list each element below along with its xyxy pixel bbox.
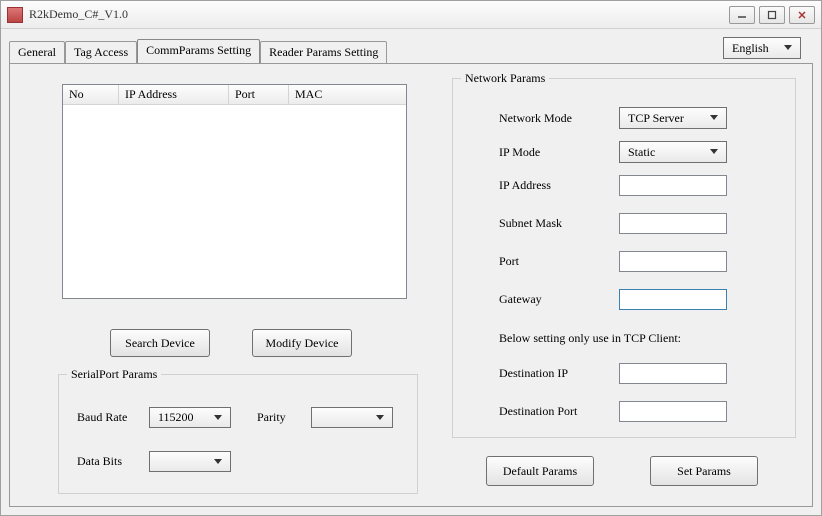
minimize-button[interactable]: [729, 6, 755, 24]
serialport-groupbox: SerialPort Params Baud Rate 115200 Parit…: [58, 374, 418, 494]
ip-mode-row: IP Mode Static: [499, 141, 727, 163]
network-button-row: Default Params Set Params: [486, 456, 758, 486]
dest-ip-label: Destination IP: [499, 366, 619, 381]
chevron-down-icon: [210, 454, 226, 470]
subnet-row: Subnet Mask: [499, 213, 727, 234]
baud-combo[interactable]: 115200: [149, 407, 231, 428]
ip-mode-value: Static: [628, 145, 655, 160]
databits-label: Data Bits: [77, 454, 149, 469]
app-icon: [7, 7, 23, 23]
window-controls: [729, 6, 815, 24]
titlebar-left: R2kDemo_C#_V1.0: [7, 7, 128, 23]
modify-device-button[interactable]: Modify Device: [252, 329, 352, 357]
dest-ip-row: Destination IP: [499, 363, 727, 384]
dest-port-label: Destination Port: [499, 404, 619, 419]
chevron-down-icon: [372, 410, 388, 426]
serialport-legend: SerialPort Params: [67, 367, 161, 382]
parity-combo[interactable]: [311, 407, 393, 428]
gateway-input[interactable]: [619, 289, 727, 310]
device-button-row: Search Device Modify Device: [110, 329, 352, 357]
col-header-no[interactable]: No: [63, 85, 119, 104]
subnet-label: Subnet Mask: [499, 216, 619, 231]
minimize-icon: [737, 10, 747, 20]
network-groupbox: Network Params Network Mode TCP Server I…: [452, 78, 796, 438]
ip-mode-label: IP Mode: [499, 145, 619, 160]
device-table[interactable]: No IP Address Port MAC: [62, 84, 407, 299]
tab-strip: General Tag Access CommParams Setting Re…: [9, 39, 815, 63]
tcp-client-note: Below setting only use in TCP Client:: [499, 331, 681, 346]
tab-tag-access[interactable]: Tag Access: [65, 41, 137, 64]
col-header-ip[interactable]: IP Address: [119, 85, 229, 104]
network-mode-label: Network Mode: [499, 111, 619, 126]
network-legend: Network Params: [461, 71, 549, 86]
gateway-row: Gateway: [499, 289, 727, 310]
parity-label: Parity: [257, 410, 311, 425]
close-icon: [797, 10, 807, 20]
baud-value: 115200: [158, 410, 194, 425]
tab-panel-comm-params: No IP Address Port MAC Search Device Mod…: [9, 63, 813, 507]
device-table-header: No IP Address Port MAC: [63, 85, 406, 105]
subnet-input[interactable]: [619, 213, 727, 234]
port-label: Port: [499, 254, 619, 269]
dest-port-row: Destination Port: [499, 401, 727, 422]
client-area: English General Tag Access CommParams Se…: [7, 31, 815, 509]
maximize-icon: [767, 10, 777, 20]
dest-ip-input[interactable]: [619, 363, 727, 384]
app-window: R2kDemo_C#_V1.0 English General: [0, 0, 822, 516]
tab-general[interactable]: General: [9, 41, 65, 64]
language-combo[interactable]: English: [723, 37, 801, 59]
default-params-button[interactable]: Default Params: [486, 456, 594, 486]
baud-row: Baud Rate 115200: [77, 407, 231, 428]
parity-row: Parity: [257, 407, 393, 428]
titlebar: R2kDemo_C#_V1.0: [1, 1, 821, 29]
port-row: Port: [499, 251, 727, 272]
chevron-down-icon: [780, 40, 796, 56]
chevron-down-icon: [210, 410, 226, 426]
col-header-port[interactable]: Port: [229, 85, 289, 104]
tab-comm-params[interactable]: CommParams Setting: [137, 39, 260, 63]
search-device-button[interactable]: Search Device: [110, 329, 210, 357]
databits-row: Data Bits: [77, 451, 231, 472]
col-header-mac[interactable]: MAC: [289, 85, 406, 104]
ip-mode-combo[interactable]: Static: [619, 141, 727, 163]
baud-label: Baud Rate: [77, 410, 149, 425]
network-mode-row: Network Mode TCP Server: [499, 107, 727, 129]
dest-port-input[interactable]: [619, 401, 727, 422]
port-input[interactable]: [619, 251, 727, 272]
tab-reader-params[interactable]: Reader Params Setting: [260, 41, 387, 64]
set-params-button[interactable]: Set Params: [650, 456, 758, 486]
close-button[interactable]: [789, 6, 815, 24]
language-value: English: [732, 41, 769, 56]
maximize-button[interactable]: [759, 6, 785, 24]
databits-combo[interactable]: [149, 451, 231, 472]
chevron-down-icon: [706, 144, 722, 160]
network-mode-value: TCP Server: [628, 111, 684, 126]
ip-address-label: IP Address: [499, 178, 619, 193]
ip-address-input[interactable]: [619, 175, 727, 196]
network-mode-combo[interactable]: TCP Server: [619, 107, 727, 129]
window-title: R2kDemo_C#_V1.0: [29, 7, 128, 22]
ip-address-row: IP Address: [499, 175, 727, 196]
chevron-down-icon: [706, 110, 722, 126]
gateway-label: Gateway: [499, 292, 619, 307]
language-combo-wrap: English: [723, 37, 801, 59]
